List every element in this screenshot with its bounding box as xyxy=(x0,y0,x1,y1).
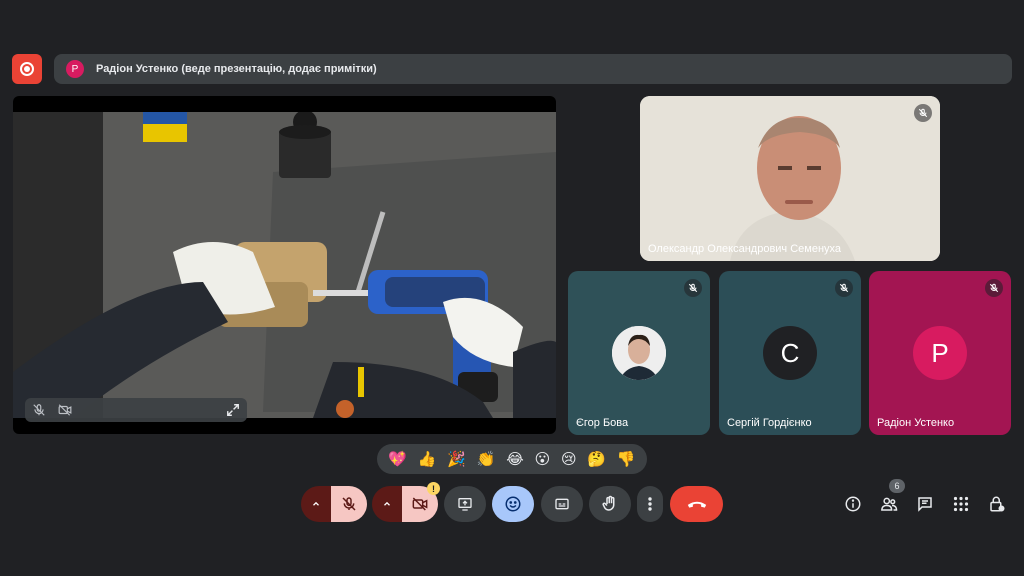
raise-hand-button[interactable] xyxy=(589,486,631,522)
presenter-avatar: Р xyxy=(66,60,84,78)
end-call-button[interactable] xyxy=(670,486,723,522)
people-button[interactable]: 6 xyxy=(878,479,905,515)
presentation-video[interactable] xyxy=(13,96,556,434)
chat-button[interactable] xyxy=(914,493,936,515)
presenter-text: Радіон Устенко (веде презентацію, додає … xyxy=(96,63,377,75)
mic-control-group xyxy=(301,486,367,522)
participant-name: Олександр Олександрович Семенуха xyxy=(648,243,842,255)
reaction-thinking[interactable]: 🤔 xyxy=(587,452,606,467)
mic-off-indicator xyxy=(684,279,702,297)
camera-options-button[interactable] xyxy=(372,486,402,522)
camera-toggle-button[interactable]: ! xyxy=(402,482,440,522)
camera-warning-badge: ! xyxy=(427,482,440,495)
avatar: С xyxy=(763,326,817,380)
avatar: Р xyxy=(913,326,967,380)
camera-off-icon xyxy=(412,497,428,511)
mic-off-icon xyxy=(342,497,356,511)
participant-tile[interactable]: Єгор Бова xyxy=(568,271,710,435)
participant-tile[interactable]: Олександр Олександрович Семенуха xyxy=(640,96,940,261)
participant-tile[interactable]: Р Радіон Устенко xyxy=(869,271,1011,435)
camera-control-group: ! xyxy=(372,482,440,522)
reaction-laugh[interactable]: 😂 xyxy=(506,452,524,467)
chat-icon xyxy=(918,497,932,512)
reaction-thumbs-down[interactable]: 👎 xyxy=(617,452,636,467)
activities-button[interactable] xyxy=(950,493,972,515)
presenter-banner: Р Радіон Устенко (веде презентацію, дода… xyxy=(54,54,1012,84)
participant-video xyxy=(640,96,940,261)
mic-off-indicator xyxy=(914,104,932,122)
emoji-button[interactable] xyxy=(492,486,534,522)
more-options-button[interactable] xyxy=(637,486,663,522)
present-icon xyxy=(458,498,472,511)
reaction-clap[interactable]: 👏 xyxy=(477,452,496,467)
participant-name: Радіон Устенко xyxy=(877,417,955,429)
mic-off-indicator xyxy=(835,279,853,297)
reaction-sad[interactable]: 😢 xyxy=(561,452,577,467)
fullscreen-icon[interactable] xyxy=(223,400,243,420)
more-icon xyxy=(648,497,652,511)
host-controls-icon xyxy=(990,496,1005,512)
raise-hand-icon xyxy=(602,495,615,511)
present-button[interactable] xyxy=(444,486,486,522)
camera-off-icon[interactable] xyxy=(55,400,75,420)
reaction-surprised[interactable]: 😮 xyxy=(535,452,551,467)
captions-icon xyxy=(555,498,569,510)
emoji-icon xyxy=(505,496,521,512)
end-call-icon xyxy=(687,501,706,508)
chevron-up-icon xyxy=(313,501,319,506)
participant-name: Сергій Гордієнко xyxy=(727,417,812,429)
people-icon xyxy=(881,497,898,511)
info-button[interactable] xyxy=(842,493,864,515)
reaction-party[interactable]: 🎉 xyxy=(447,452,466,467)
chevron-up-icon xyxy=(384,501,390,506)
reaction-heart[interactable]: 💖 xyxy=(388,452,407,467)
captions-button[interactable] xyxy=(541,486,583,522)
info-icon xyxy=(845,496,861,512)
record-icon xyxy=(20,62,34,76)
avatar xyxy=(612,326,666,380)
mic-off-indicator xyxy=(985,279,1003,297)
presentation-scene xyxy=(13,112,556,418)
mic-toggle-button[interactable] xyxy=(331,486,367,522)
activities-icon xyxy=(953,496,969,512)
record-button[interactable] xyxy=(12,54,42,84)
mic-options-button[interactable] xyxy=(301,486,331,522)
people-count-badge: 6 xyxy=(889,479,905,493)
participant-tile[interactable]: С Сергій Гордієнко xyxy=(719,271,861,435)
presentation-controls xyxy=(25,398,247,422)
host-controls-button[interactable] xyxy=(986,493,1008,515)
reaction-thumbs-up[interactable]: 👍 xyxy=(418,452,437,467)
reactions-bar: 💖 👍 🎉 👏 😂 😮 😢 🤔 👎 xyxy=(377,444,647,474)
mic-off-icon[interactable] xyxy=(29,400,49,420)
participant-name: Єгор Бова xyxy=(576,417,629,429)
